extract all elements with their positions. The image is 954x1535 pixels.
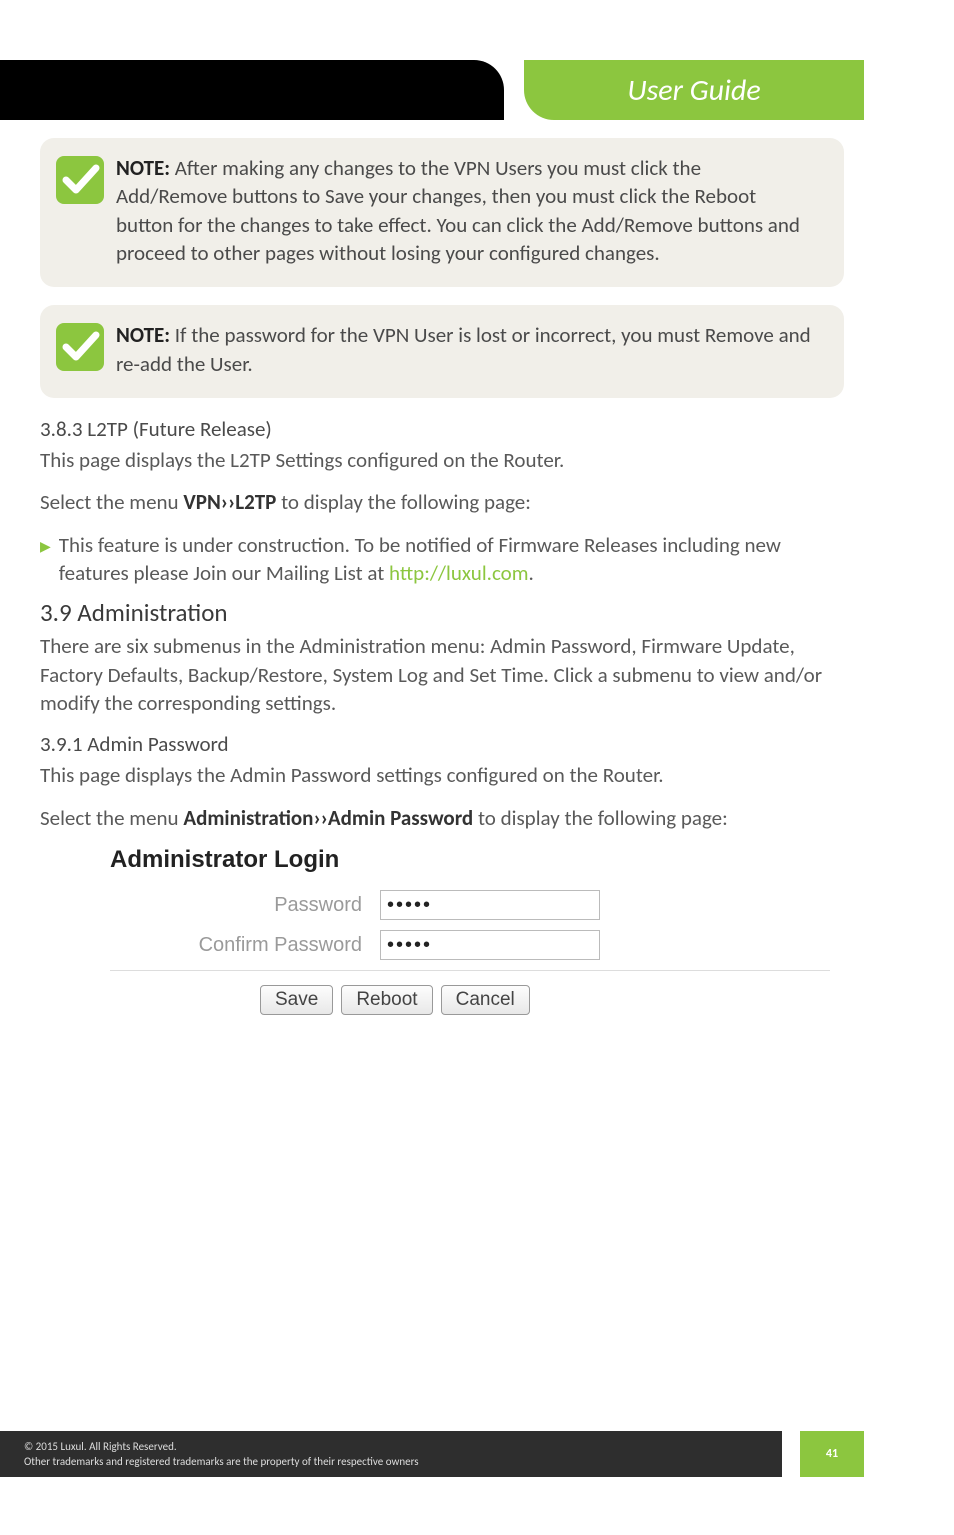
note-box-1: NOTE: After making any changes to the VP… (40, 138, 844, 287)
note-2-body: If the password for the VPN User is lost… (116, 322, 811, 376)
page-header: User Guide (0, 60, 954, 120)
footer-trademark: Other trademarks and registered trademar… (24, 1454, 782, 1469)
heading-39: 3.9 Administration (40, 597, 844, 628)
arrow-icon: ▶ (40, 538, 51, 555)
reboot-button[interactable]: Reboot (341, 985, 432, 1015)
p-383-2-post: to display the following page: (276, 489, 531, 515)
page-footer: © 2015 Luxul. All Rights Reserved. Other… (0, 1431, 954, 1477)
admin-login-title: Administrator Login (110, 846, 830, 874)
password-row: Password (110, 890, 830, 920)
footer-left: © 2015 Luxul. All Rights Reserved. Other… (0, 1431, 782, 1477)
p-391-1: This page displays the Admin Password se… (40, 761, 844, 789)
header-black-bar (0, 60, 504, 120)
p-39: There are six submenus in the Administra… (40, 632, 844, 717)
password-input[interactable] (380, 890, 600, 920)
admin-login-panel: Administrator Login Password Confirm Pas… (110, 846, 830, 1015)
note-1-body: After making any changes to the VPN User… (116, 155, 800, 266)
button-row: Save Reboot Cancel (110, 985, 830, 1015)
footer-page-number: 41 (800, 1431, 864, 1477)
p-383-2-pre: Select the menu (40, 489, 183, 515)
note-2-label: NOTE: (116, 322, 170, 348)
p-391-2-post: to display the following page: (473, 805, 728, 831)
note-1-text: NOTE: After making any changes to the VP… (116, 154, 816, 267)
bullet-383: ▶ This feature is under construction. To… (40, 531, 844, 588)
cancel-button[interactable]: Cancel (441, 985, 530, 1015)
header-green-tab: User Guide (524, 60, 864, 120)
p-383-1: This page displays the L2TP Settings con… (40, 446, 844, 474)
confirm-password-row: Confirm Password (110, 930, 830, 960)
save-button[interactable]: Save (260, 985, 333, 1015)
p-391-2-pre: Select the menu (40, 805, 183, 831)
mailing-list-link[interactable]: http://luxul.com (389, 560, 528, 586)
heading-383: 3.8.3 L2TP (Future Release) (40, 416, 844, 442)
note-1-label: NOTE: (116, 155, 170, 181)
p-391-2-bold: Administration››Admin Password (183, 805, 473, 831)
p-391-2: Select the menu Administration››Admin Pa… (40, 804, 844, 832)
confirm-password-input[interactable] (380, 930, 600, 960)
password-label: Password (110, 894, 380, 917)
note-2-text: NOTE: If the password for the VPN User i… (116, 321, 816, 378)
footer-copyright: © 2015 Luxul. All Rights Reserved. (24, 1439, 782, 1454)
heading-391: 3.9.1 Admin Password (40, 731, 844, 757)
bullet-383-text: This feature is under construction. To b… (59, 531, 844, 588)
confirm-password-label: Confirm Password (110, 934, 380, 957)
divider (110, 970, 830, 971)
p-383-2-bold: VPN››L2TP (183, 489, 276, 515)
checkmark-icon (56, 323, 104, 371)
checkmark-icon (56, 156, 104, 204)
note-box-2: NOTE: If the password for the VPN User i… (40, 305, 844, 398)
p-383-2: Select the menu VPN››L2TP to display the… (40, 488, 844, 516)
header-title: User Guide (627, 72, 760, 109)
bullet-383-post: . (529, 560, 534, 586)
